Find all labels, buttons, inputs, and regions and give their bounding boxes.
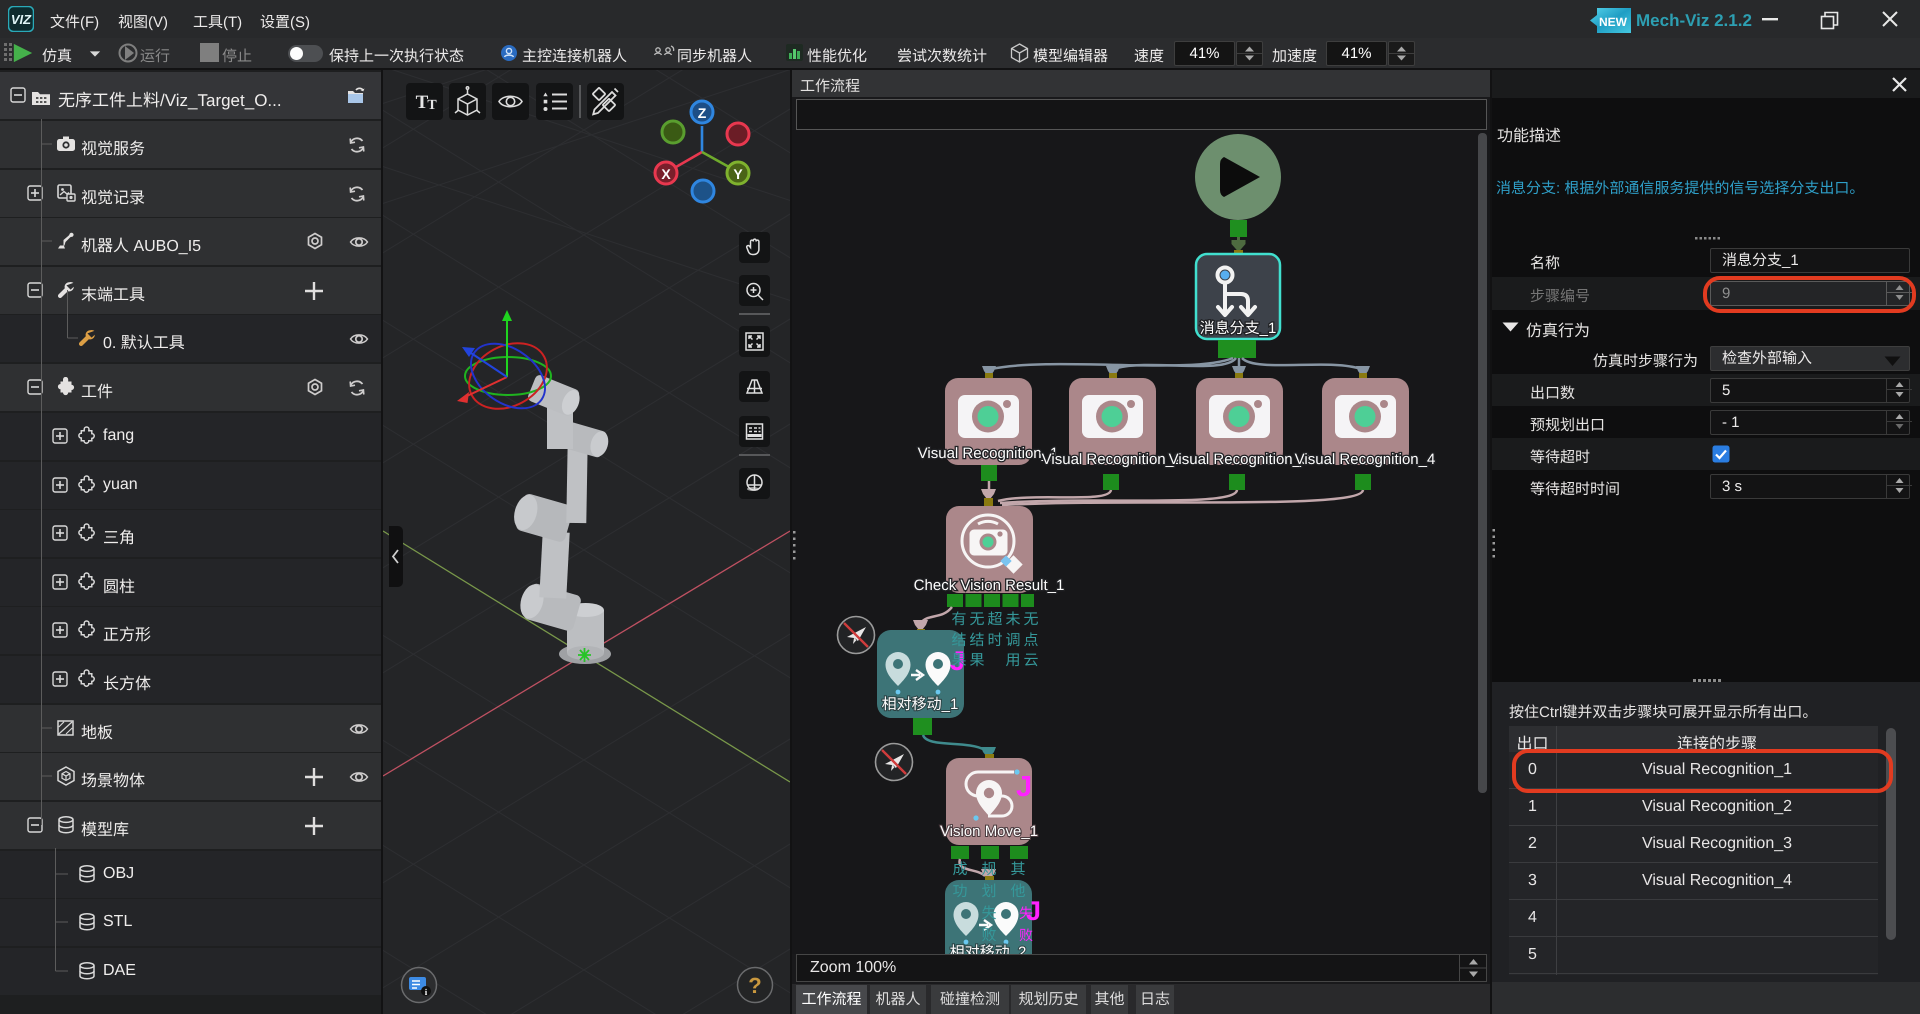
svg-text:无: 无 bbox=[969, 611, 984, 628]
svg-text:用: 用 bbox=[1005, 652, 1020, 669]
svg-text:果: 果 bbox=[969, 652, 984, 669]
svg-text:时: 时 bbox=[987, 632, 1002, 649]
svg-text:?: ? bbox=[748, 973, 761, 998]
svg-text:调: 调 bbox=[1005, 632, 1020, 649]
svg-text:J: J bbox=[1016, 771, 1032, 803]
svg-text:NEW: NEW bbox=[1599, 15, 1628, 29]
svg-text:Visual Recognition_2: Visual Recognition_2 bbox=[1042, 451, 1183, 468]
svg-text:结: 结 bbox=[969, 632, 984, 649]
svg-text:Visual Recognition_1: Visual Recognition_1 bbox=[918, 445, 1059, 462]
svg-text:T: T bbox=[427, 98, 437, 113]
svg-text:未: 未 bbox=[1005, 611, 1020, 628]
svg-text:其: 其 bbox=[1010, 861, 1025, 878]
svg-text:无: 无 bbox=[1023, 611, 1038, 628]
svg-text:相对移动_1: 相对移动_1 bbox=[882, 696, 959, 713]
svg-text:失: 失 bbox=[1019, 905, 1033, 921]
svg-text:云: 云 bbox=[1023, 652, 1038, 669]
svg-text:结: 结 bbox=[951, 632, 966, 649]
svg-text:有: 有 bbox=[951, 611, 966, 628]
svg-text:Visual Recognition_4: Visual Recognition_4 bbox=[1295, 451, 1436, 468]
svg-text:划: 划 bbox=[981, 883, 996, 900]
svg-text:超: 超 bbox=[987, 611, 1002, 628]
svg-text:Visual Recognition_3: Visual Recognition_3 bbox=[1169, 451, 1310, 468]
svg-text:Vision Move_1: Vision Move_1 bbox=[940, 823, 1038, 840]
svg-text:败: 败 bbox=[1019, 927, 1033, 943]
svg-text:果: 果 bbox=[951, 652, 966, 669]
svg-text:规: 规 bbox=[981, 861, 996, 878]
svg-text:X: X bbox=[661, 166, 671, 182]
svg-text:Check Vision Result_1: Check Vision Result_1 bbox=[914, 577, 1065, 594]
svg-text:点: 点 bbox=[1023, 632, 1038, 649]
svg-text:消息分支_1: 消息分支_1 bbox=[1200, 320, 1277, 337]
svg-text:Z: Z bbox=[698, 105, 707, 121]
svg-text:成: 成 bbox=[952, 861, 967, 878]
svg-text:失: 失 bbox=[981, 905, 996, 922]
svg-text:功: 功 bbox=[952, 883, 967, 900]
svg-text:败: 败 bbox=[981, 927, 996, 944]
svg-text:他: 他 bbox=[1010, 883, 1025, 900]
svg-text:Y: Y bbox=[733, 166, 743, 182]
svg-text:VIZ: VIZ bbox=[11, 12, 32, 27]
svg-text:相对移动_2: 相对移动_2 bbox=[950, 944, 1027, 954]
